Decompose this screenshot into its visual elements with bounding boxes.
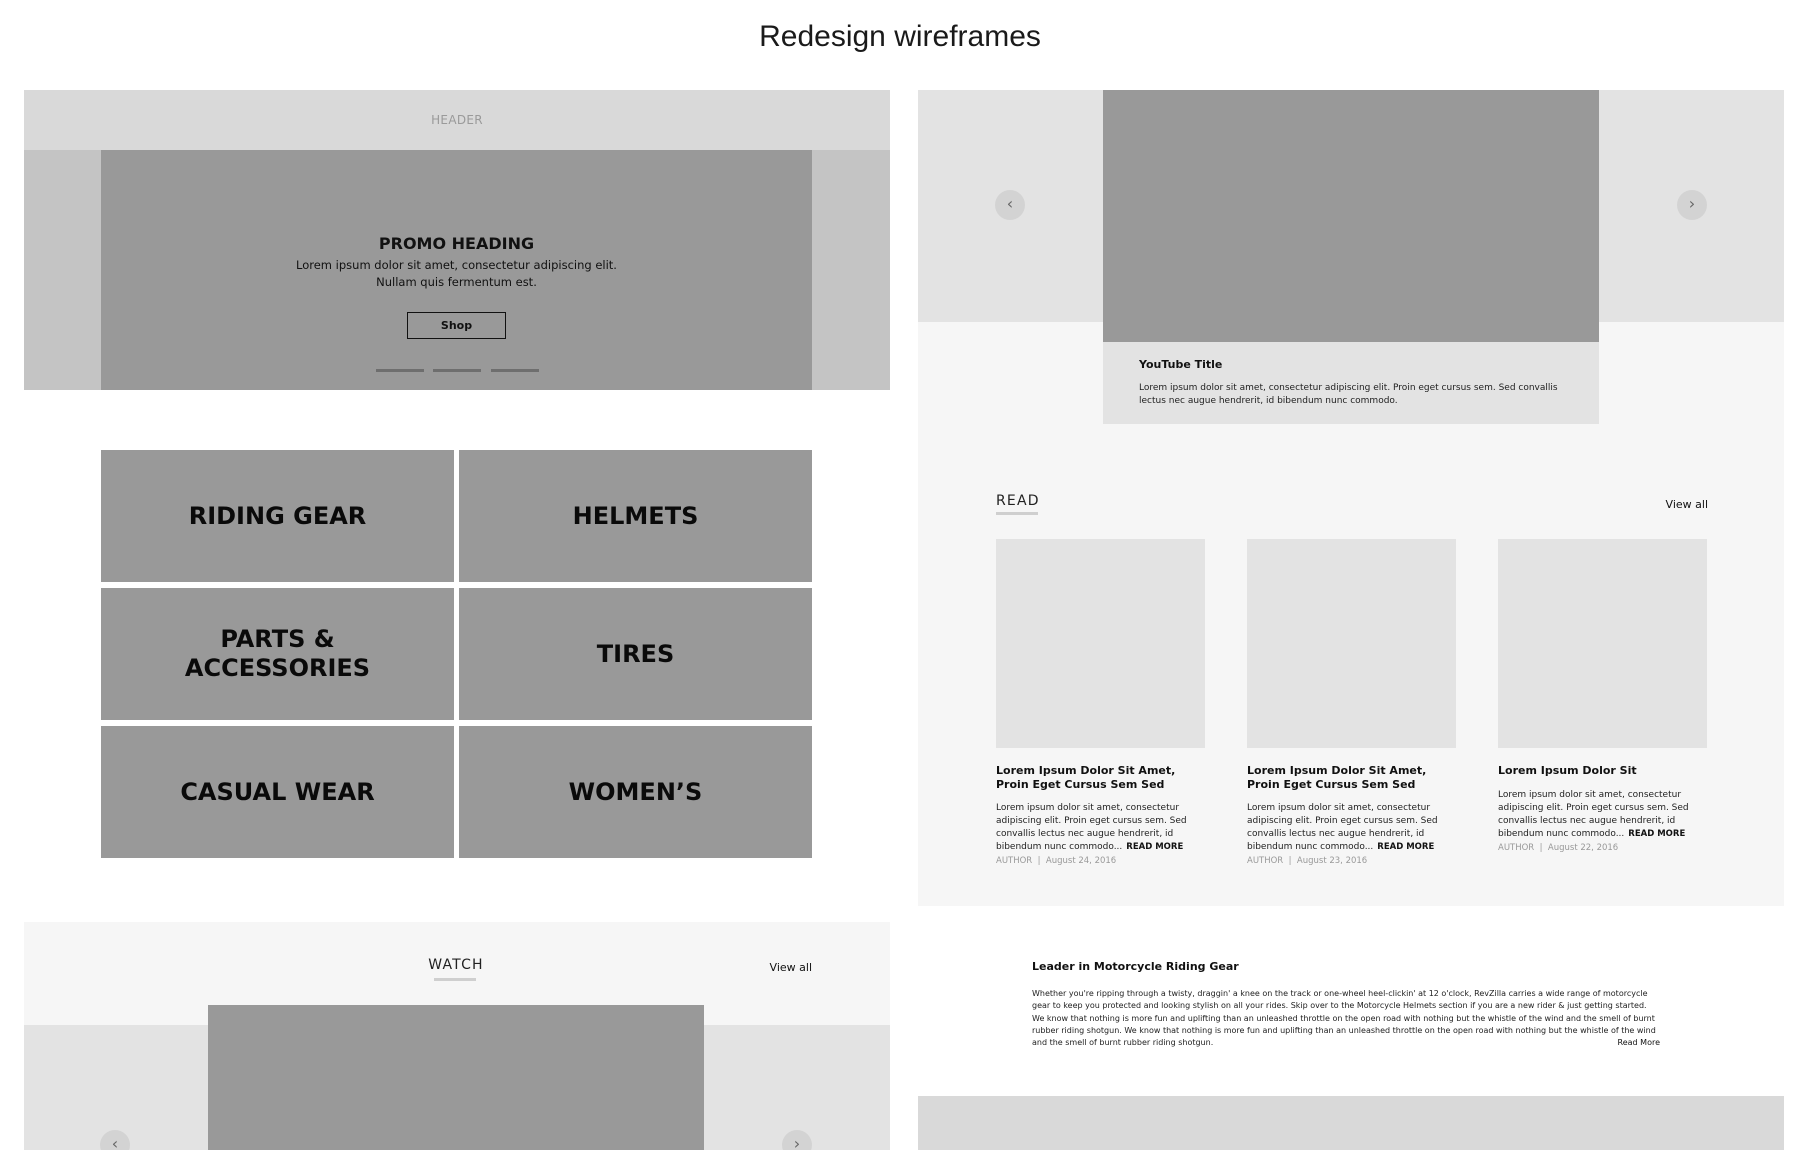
- read-title: READ: [996, 493, 1040, 509]
- article-author: AUTHOR: [996, 856, 1033, 866]
- promo-heading: PROMO HEADING: [378, 234, 535, 253]
- footer-placeholder: [918, 1096, 1784, 1150]
- article-excerpt-2: Lorem ipsum dolor sit amet, consectetur …: [1247, 802, 1456, 854]
- read-title-underline: [996, 512, 1038, 515]
- promo-text-line1: Lorem ipsum dolor sit amet, consectetur …: [296, 258, 617, 272]
- carousel-dot-3[interactable]: [491, 369, 539, 372]
- article-date: August 23, 2016: [1296, 856, 1368, 866]
- article-title-2[interactable]: Lorem Ipsum Dolor Sit Amet, Proin Eget C…: [1247, 764, 1456, 792]
- category-label: RIDING GEAR: [188, 501, 367, 530]
- leader-read-more-link[interactable]: Read More: [1600, 1038, 1660, 1047]
- category-tile-riding-gear[interactable]: RIDING GEAR: [101, 450, 454, 582]
- category-tile-tires[interactable]: TIRES: [459, 588, 812, 720]
- article-author: AUTHOR: [1498, 843, 1535, 853]
- read-more-link-3[interactable]: READ MORE: [1628, 829, 1685, 839]
- watch-view-all-link[interactable]: View all: [740, 961, 812, 974]
- watch-video-placeholder[interactable]: [208, 1005, 704, 1150]
- promo-text-line2: Nullam quis fermentum est.: [376, 275, 537, 289]
- meta-separator: |: [1539, 843, 1543, 853]
- article-date: August 24, 2016: [1045, 856, 1117, 866]
- read-more-link-1[interactable]: READ MORE: [1126, 842, 1183, 852]
- category-label-line2: ACCESSORIES: [184, 654, 371, 682]
- category-label: HELMETS: [572, 501, 699, 530]
- watch-title: WATCH: [428, 957, 484, 973]
- hero-banner: PROMO HEADING Lorem ipsum dolor sit amet…: [101, 150, 812, 390]
- article-excerpt-3: Lorem ipsum dolor sit amet, consectetur …: [1498, 789, 1707, 841]
- article-meta-3: AUTHOR | August 22, 2016: [1498, 843, 1618, 853]
- page-title: Redesign wireframes: [759, 20, 1041, 53]
- category-label: CASUAL WEAR: [180, 777, 375, 806]
- category-tile-parts-accessories[interactable]: PARTS & ACCESSORIES: [101, 588, 454, 720]
- category-label-line1: PARTS &: [220, 625, 335, 653]
- carousel-dot-1[interactable]: [376, 369, 424, 372]
- video-caption: YouTube Title Lorem ipsum dolor sit amet…: [1103, 342, 1599, 424]
- meta-separator: |: [1037, 856, 1041, 866]
- shop-button[interactable]: Shop: [407, 312, 506, 339]
- promo-text: Lorem ipsum dolor sit amet, consectetur …: [101, 257, 812, 291]
- carousel-dot-2[interactable]: [433, 369, 481, 372]
- video-next-arrow-icon[interactable]: ›: [1677, 190, 1707, 220]
- read-more-link-2[interactable]: READ MORE: [1377, 842, 1434, 852]
- read-view-all-link[interactable]: View all: [1600, 498, 1708, 511]
- article-excerpt-1: Lorem ipsum dolor sit amet, consectetur …: [996, 802, 1205, 854]
- article-image-3[interactable]: [1498, 539, 1707, 748]
- article-date: August 22, 2016: [1547, 843, 1619, 853]
- category-tile-womens[interactable]: WOMEN’S: [459, 726, 812, 858]
- leader-paragraph: Whether you're ripping through a twisty,…: [1032, 989, 1656, 1048]
- article-title-1[interactable]: Lorem Ipsum Dolor Sit Amet, Proin Eget C…: [996, 764, 1205, 792]
- watch-title-underline: [434, 978, 476, 981]
- category-tile-casual-wear[interactable]: CASUAL WEAR: [101, 726, 454, 858]
- video-prev-arrow-icon[interactable]: ‹: [995, 190, 1025, 220]
- article-title-3[interactable]: Lorem Ipsum Dolor Sit: [1498, 764, 1707, 778]
- video-placeholder[interactable]: [1103, 90, 1599, 342]
- category-tile-helmets[interactable]: HELMETS: [459, 450, 812, 582]
- category-label: WOMEN’S: [568, 777, 703, 806]
- article-meta-2: AUTHOR | August 23, 2016: [1247, 856, 1367, 866]
- meta-separator: |: [1288, 856, 1292, 866]
- article-image-1[interactable]: [996, 539, 1205, 748]
- site-header: HEADER: [24, 90, 890, 150]
- article-image-2[interactable]: [1247, 539, 1456, 748]
- leader-heading: Leader in Motorcycle Riding Gear: [1032, 960, 1239, 973]
- article-author: AUTHOR: [1247, 856, 1284, 866]
- article-meta-1: AUTHOR | August 24, 2016: [996, 856, 1116, 866]
- category-label: TIRES: [596, 639, 675, 668]
- video-title: YouTube Title: [1139, 358, 1223, 371]
- video-description: Lorem ipsum dolor sit amet, consectetur …: [1139, 383, 1558, 406]
